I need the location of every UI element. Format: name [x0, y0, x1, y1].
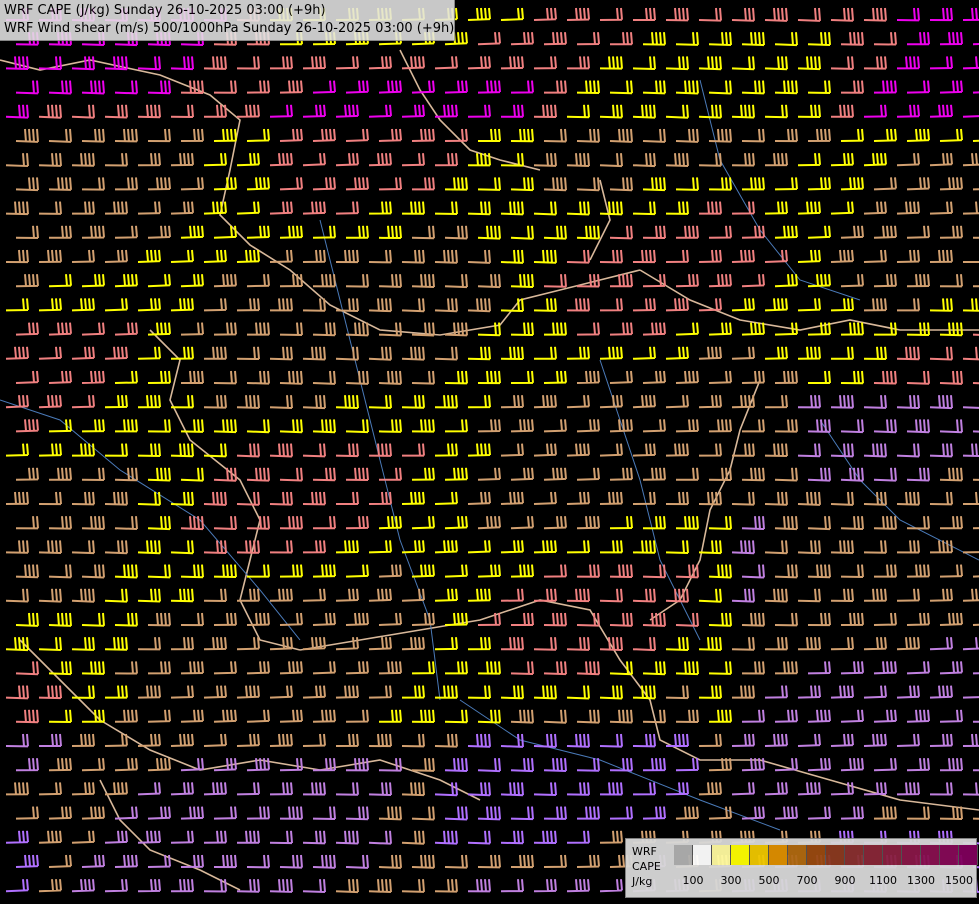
legend-swatch: [712, 845, 731, 865]
legend-tick-label: 1500: [945, 874, 973, 887]
legend-swatch: [788, 845, 807, 865]
legend-tick-label: 700: [796, 874, 818, 887]
cape-title: WRF CAPE (J/kg) Sunday 26-10-2025 03:00 …: [4, 3, 326, 18]
legend-tick-label: 1300: [907, 874, 935, 887]
shear-title: WRF Wind shear (m/s) 500/1000hPa Sunday …: [4, 21, 455, 36]
legend-tick-label: 300: [720, 874, 742, 887]
legend-swatch: [959, 845, 978, 865]
legend-swatch: [769, 845, 788, 865]
legend-swatch: [921, 845, 940, 865]
legend-swatch: [807, 845, 826, 865]
legend-swatch: [883, 845, 902, 865]
map-title-box: WRF CAPE (J/kg) Sunday 26-10-2025 03:00 …: [0, 0, 455, 41]
legend-swatch: [864, 845, 883, 865]
legend-swatch: [693, 845, 712, 865]
legend-swatch: [731, 845, 750, 865]
legend-tick-label: 1100: [869, 874, 897, 887]
legend-swatch: [902, 845, 921, 865]
legend-model-label: WRF: [632, 845, 657, 858]
legend-color-scale: [674, 845, 978, 865]
map-canvas: [0, 0, 979, 900]
legend-swatch: [750, 845, 769, 865]
cape-legend: WRF CAPE J/kg 100 300 500 700 900 1100 1300 150…: [625, 838, 978, 898]
legend-swatch: [826, 845, 845, 865]
legend-unit-label: J/kg: [632, 875, 653, 888]
legend-swatch: [845, 845, 864, 865]
legend-tick-label: 100: [682, 874, 704, 887]
legend-swatch: [940, 845, 959, 865]
legend-tick-labels: 100 300 500 700 900 1100 1300 1500: [674, 874, 974, 888]
legend-tick-label: 500: [758, 874, 780, 887]
legend-variable-label: CAPE: [632, 860, 661, 873]
weather-map: [0, 0, 979, 900]
legend-tick-label: 900: [834, 874, 856, 887]
legend-swatch: [674, 845, 693, 865]
